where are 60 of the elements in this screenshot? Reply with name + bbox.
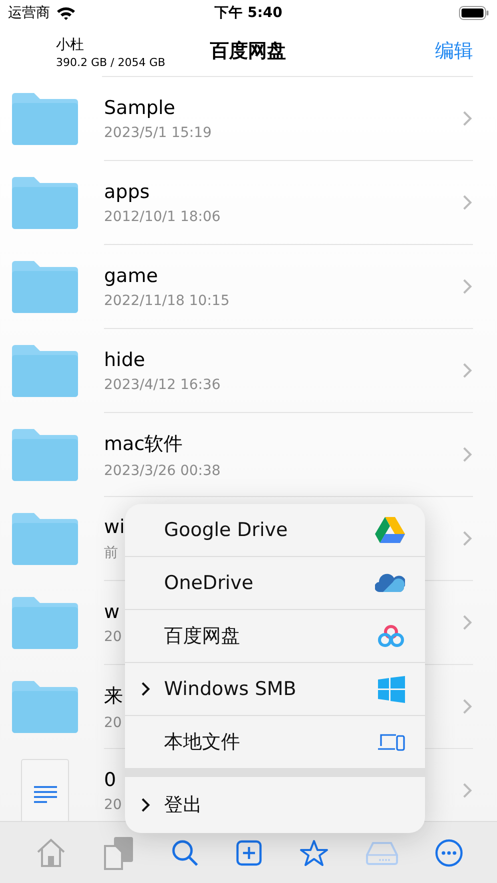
folder-icon (12, 513, 78, 565)
wifi-icon (56, 6, 76, 20)
chevron-icon (463, 615, 472, 630)
triangle-logo-icon (375, 517, 405, 543)
file-date: 2022/11/18 10:15 (104, 292, 230, 308)
chevron-icon (463, 279, 472, 294)
add-icon[interactable] (236, 840, 262, 866)
edit-button[interactable]: 编辑 (435, 38, 473, 64)
caret-icon (141, 682, 150, 696)
file-name: Sample (104, 96, 176, 118)
status-time: 下午 5:40 (214, 4, 282, 22)
file-date: 20 (104, 714, 123, 730)
menu-item[interactable]: 登出 (125, 777, 425, 833)
user-name: 小杜 (56, 36, 85, 54)
chevron-icon (463, 783, 472, 798)
menu-item[interactable]: 本地文件 (125, 716, 425, 768)
file-date: 2023/5/1 15:19 (104, 124, 212, 140)
folder-icon (12, 93, 78, 145)
file-date: 20 (104, 796, 122, 812)
file-name: mac软件 (104, 432, 184, 456)
page-title: 百度网盘 (210, 39, 286, 64)
file-name: hide (104, 348, 146, 370)
chevron-icon (463, 447, 472, 462)
menu-item[interactable]: Windows SMB (125, 663, 425, 716)
rings-icon (377, 624, 405, 648)
file-name: game (104, 264, 159, 286)
file-date: 20 (104, 628, 122, 644)
file-name: apps (104, 180, 151, 202)
windows-logo-icon (378, 676, 405, 702)
file-date: 2023/4/12 16:36 (104, 376, 221, 392)
file-date: 2012/10/1 18:06 (104, 208, 221, 224)
chevron-icon (463, 195, 472, 210)
file-name: 0 (104, 768, 118, 790)
more-icon[interactable] (434, 838, 462, 866)
menu-item[interactable]: Google Drive (125, 504, 425, 557)
folder-icon (12, 177, 78, 229)
folder-icon (12, 597, 78, 649)
folder-icon (12, 345, 78, 397)
carrier-name: 运营商 (8, 4, 50, 22)
file-name: w (104, 600, 121, 622)
folder-icon (12, 429, 78, 481)
storage-usage: 390.2 GB / 2054 GB (56, 56, 166, 69)
cloud-icon (375, 573, 405, 593)
file-name: wi (104, 516, 125, 538)
folder-icon (12, 261, 78, 313)
folder-icon (12, 681, 78, 733)
chevron-icon (463, 699, 472, 714)
devices-icon (377, 733, 405, 751)
chevron-icon (463, 111, 472, 126)
menu-item[interactable]: 百度网盘 (125, 610, 425, 663)
chevron-icon (463, 363, 472, 378)
file-date: 前 (104, 544, 119, 562)
search-icon[interactable] (170, 838, 198, 866)
file-name: 来 (104, 684, 123, 708)
battery-icon (459, 6, 489, 20)
star-icon[interactable] (298, 838, 328, 866)
menu-item[interactable]: OneDrive (125, 557, 425, 610)
chevron-icon (463, 531, 472, 546)
caret-icon (141, 798, 150, 812)
file-date: 2023/3/26 00:38 (104, 462, 221, 478)
